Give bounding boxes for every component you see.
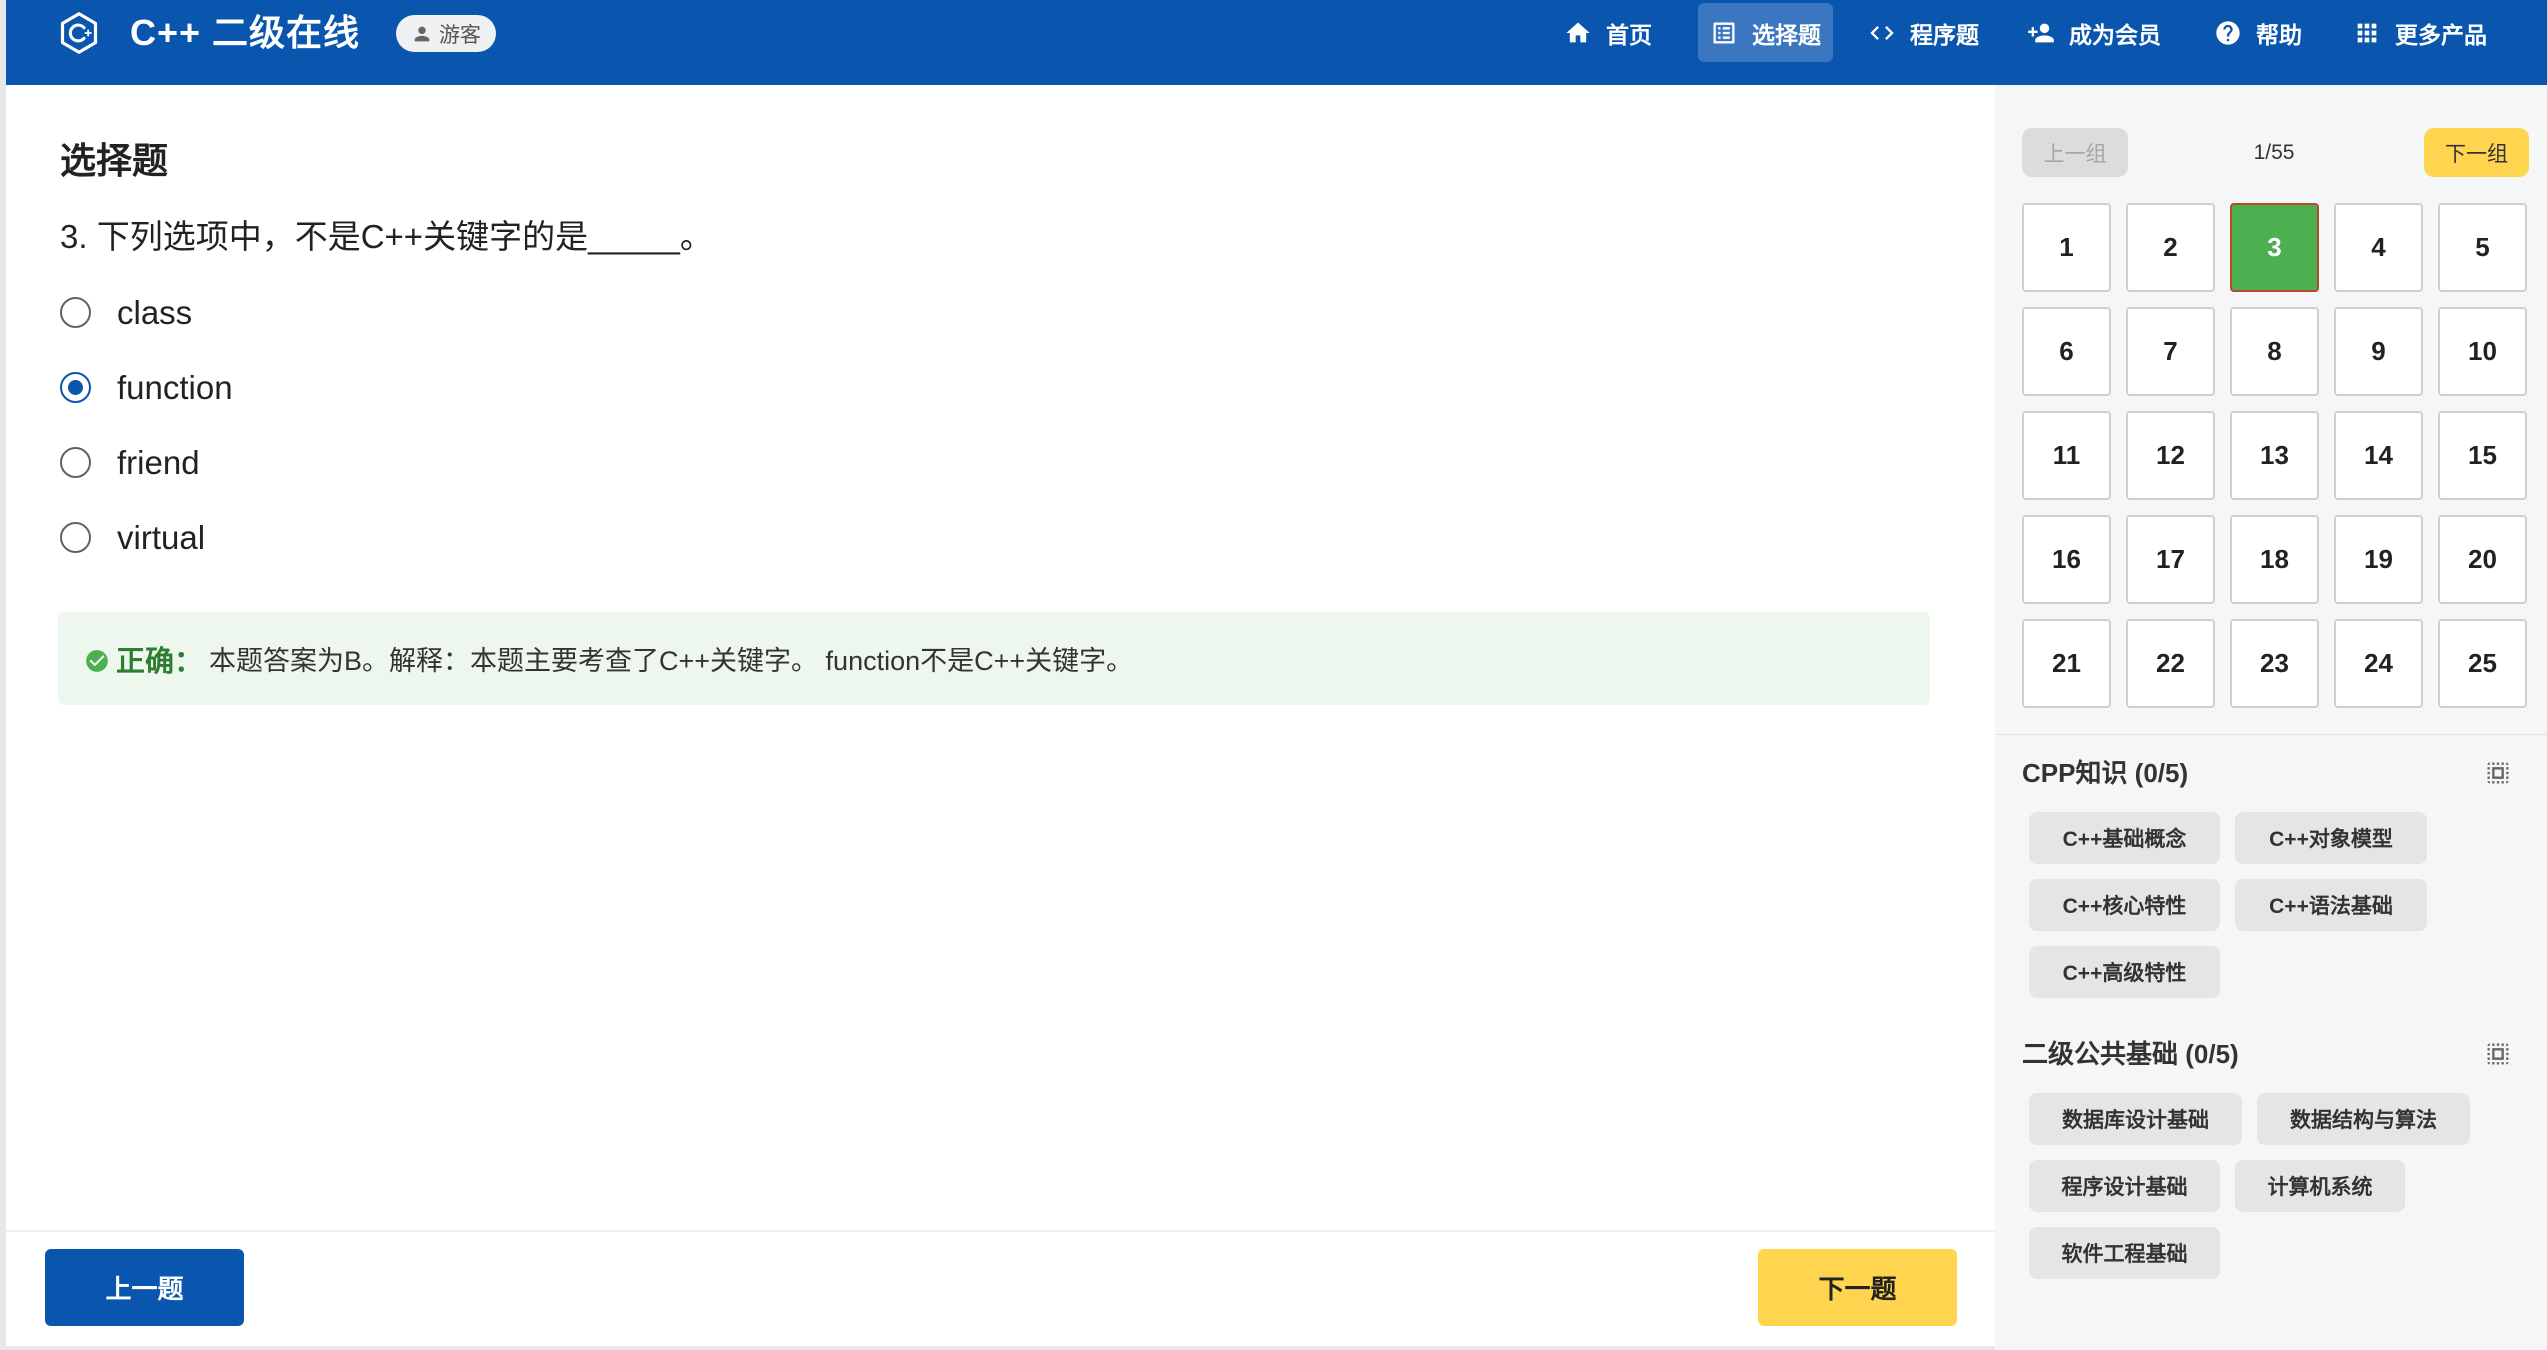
tag-database-design[interactable]: 数据库设计基础 xyxy=(2029,1093,2242,1145)
question-number-6[interactable]: 6 xyxy=(2022,307,2111,396)
tag-software-engineering[interactable]: 软件工程基础 xyxy=(2029,1227,2220,1279)
section-title: 选择题 xyxy=(60,140,169,181)
option-c-radio[interactable] xyxy=(60,447,91,478)
question-text: 3. 下列选项中，不是C++关键字的是_____。 xyxy=(60,218,713,255)
code-icon xyxy=(1870,25,1894,40)
question-number-19[interactable]: 19 xyxy=(2334,515,2423,604)
option-c-label: friend xyxy=(117,443,200,481)
category-public-basics-header: 二级公共基础 (0/5) xyxy=(2022,1039,2512,1069)
option-b[interactable]: function xyxy=(60,350,860,425)
option-c[interactable]: friend xyxy=(60,425,860,500)
option-a-label: class xyxy=(117,293,193,331)
feedback-status: 正确： xyxy=(116,645,204,678)
option-d-label: virtual xyxy=(117,518,206,556)
nav-choice-questions-label: 选择题 xyxy=(1752,21,1821,48)
select-all-icon[interactable] xyxy=(2484,759,2512,787)
feedback-explanation: 本题答案为B。解释：本题主要考查了C++关键字。 function不是C++关键… xyxy=(209,646,1134,676)
next-question-button[interactable]: 下一题 xyxy=(1758,1249,1957,1326)
question-number-25[interactable]: 25 xyxy=(2438,619,2527,708)
guest-badge[interactable]: 游客 xyxy=(396,15,496,52)
nav-more-products[interactable]: 更多产品 xyxy=(2341,3,2499,62)
question-number-20[interactable]: 20 xyxy=(2438,515,2527,604)
question-number-23[interactable]: 23 xyxy=(2230,619,2319,708)
tag-cpp-core-features[interactable]: C++核心特性 xyxy=(2029,879,2220,931)
question-number-8[interactable]: 8 xyxy=(2230,307,2319,396)
check-circle-icon xyxy=(86,649,108,672)
category-cpp-knowledge-header: CPP知识 (0/5) xyxy=(2022,758,2512,788)
question-number-15[interactable]: 15 xyxy=(2438,411,2527,500)
category-public-basics-title: 二级公共基础 (0/5) xyxy=(2022,1039,2239,1069)
nav-programming-questions[interactable]: 程序题 xyxy=(1856,3,1991,62)
question-number-7[interactable]: 7 xyxy=(2126,307,2215,396)
question-number-24[interactable]: 24 xyxy=(2334,619,2423,708)
question-number-4[interactable]: 4 xyxy=(2334,203,2423,292)
option-b-label: function xyxy=(117,368,233,406)
answer-options: class function friend virtual xyxy=(60,275,860,575)
question-number-21[interactable]: 21 xyxy=(2022,619,2111,708)
option-d-radio[interactable] xyxy=(60,522,91,553)
guest-badge-label: 游客 xyxy=(439,23,481,47)
list-icon xyxy=(1713,22,1735,43)
tag-cpp-syntax-basics[interactable]: C++语法基础 xyxy=(2235,879,2427,931)
help-icon xyxy=(2216,20,2240,45)
question-number-5[interactable]: 5 xyxy=(2438,203,2527,292)
prev-group-button[interactable]: 上一组 xyxy=(2022,128,2128,177)
footer-divider xyxy=(6,1230,1995,1232)
nav-help-label: 帮助 xyxy=(2256,21,2302,48)
category-public-basics: 二级公共基础 (0/5) 数据库设计基础 数据结构与算法 程序设计基础 计算机系… xyxy=(2022,1039,2512,1279)
question-number-grid: 1 2 3 4 5 6 7 8 9 10 11 12 13 14 15 16 1… xyxy=(2022,203,2527,708)
sidebar-divider xyxy=(1995,734,2547,735)
question-number-1[interactable]: 1 xyxy=(2022,203,2111,292)
question-number-17[interactable]: 17 xyxy=(2126,515,2215,604)
tag-computer-systems[interactable]: 计算机系统 xyxy=(2235,1160,2405,1212)
category-cpp-knowledge-tags: C++基础概念 C++对象模型 C++核心特性 C++语法基础 C++高级特性 xyxy=(2029,812,2513,998)
question-number-22[interactable]: 22 xyxy=(2126,619,2215,708)
answer-feedback: 正确： 本题答案为B。解释：本题主要考查了C++关键字。 function不是C… xyxy=(58,612,1930,705)
person-icon xyxy=(414,26,430,41)
tag-cpp-basic-concepts[interactable]: C++基础概念 xyxy=(2029,812,2220,864)
app-title[interactable]: C++ 二级在线 xyxy=(130,8,360,58)
select-all-icon[interactable] xyxy=(2484,1040,2512,1068)
question-number-13[interactable]: 13 xyxy=(2230,411,2319,500)
question-number-12[interactable]: 12 xyxy=(2126,411,2215,500)
question-number-14[interactable]: 14 xyxy=(2334,411,2423,500)
option-b-radio[interactable] xyxy=(60,372,91,403)
cpp-logo-icon[interactable] xyxy=(57,11,101,55)
nav-help[interactable]: 帮助 xyxy=(2202,3,2314,62)
group-page-indicator: 1/55 xyxy=(2253,141,2295,164)
option-a[interactable]: class xyxy=(60,275,860,350)
option-d[interactable]: virtual xyxy=(60,500,860,575)
question-number-11[interactable]: 11 xyxy=(2022,411,2111,500)
nav-home[interactable]: 首页 xyxy=(1552,3,1664,62)
nav-choice-questions[interactable]: 选择题 xyxy=(1698,3,1833,62)
category-public-basics-tags: 数据库设计基础 数据结构与算法 程序设计基础 计算机系统 软件工程基础 xyxy=(2029,1093,2513,1279)
tag-programming-design[interactable]: 程序设计基础 xyxy=(2029,1160,2220,1212)
prev-question-button[interactable]: 上一题 xyxy=(45,1249,244,1326)
tag-data-structures-algorithms[interactable]: 数据结构与算法 xyxy=(2257,1093,2470,1145)
tag-cpp-advanced-features[interactable]: C++高级特性 xyxy=(2029,946,2220,998)
next-group-button[interactable]: 下一组 xyxy=(2424,128,2529,177)
apps-grid-icon xyxy=(2357,23,2377,42)
question-number-2[interactable]: 2 xyxy=(2126,203,2215,292)
question-number-10[interactable]: 10 xyxy=(2438,307,2527,396)
question-number-16[interactable]: 16 xyxy=(2022,515,2111,604)
nav-programming-questions-label: 程序题 xyxy=(1910,21,1979,48)
nav-membership-label: 成为会员 xyxy=(2069,21,2161,48)
tag-cpp-object-model[interactable]: C++对象模型 xyxy=(2235,812,2427,864)
nav-home-label: 首页 xyxy=(1606,21,1652,48)
nav-more-products-label: 更多产品 xyxy=(2395,21,2487,48)
category-cpp-knowledge: CPP知识 (0/5) C++基础概念 C++对象模型 C++核心特性 C++语… xyxy=(2022,758,2512,998)
add-user-icon xyxy=(2028,23,2054,42)
nav-membership[interactable]: 成为会员 xyxy=(2015,3,2173,62)
home-icon xyxy=(1566,22,1590,42)
option-a-radio[interactable] xyxy=(60,297,91,328)
question-number-3-current[interactable]: 3 xyxy=(2230,203,2319,292)
question-number-9[interactable]: 9 xyxy=(2334,307,2423,396)
category-cpp-knowledge-title: CPP知识 (0/5) xyxy=(2022,758,2189,788)
question-number-18[interactable]: 18 xyxy=(2230,515,2319,604)
